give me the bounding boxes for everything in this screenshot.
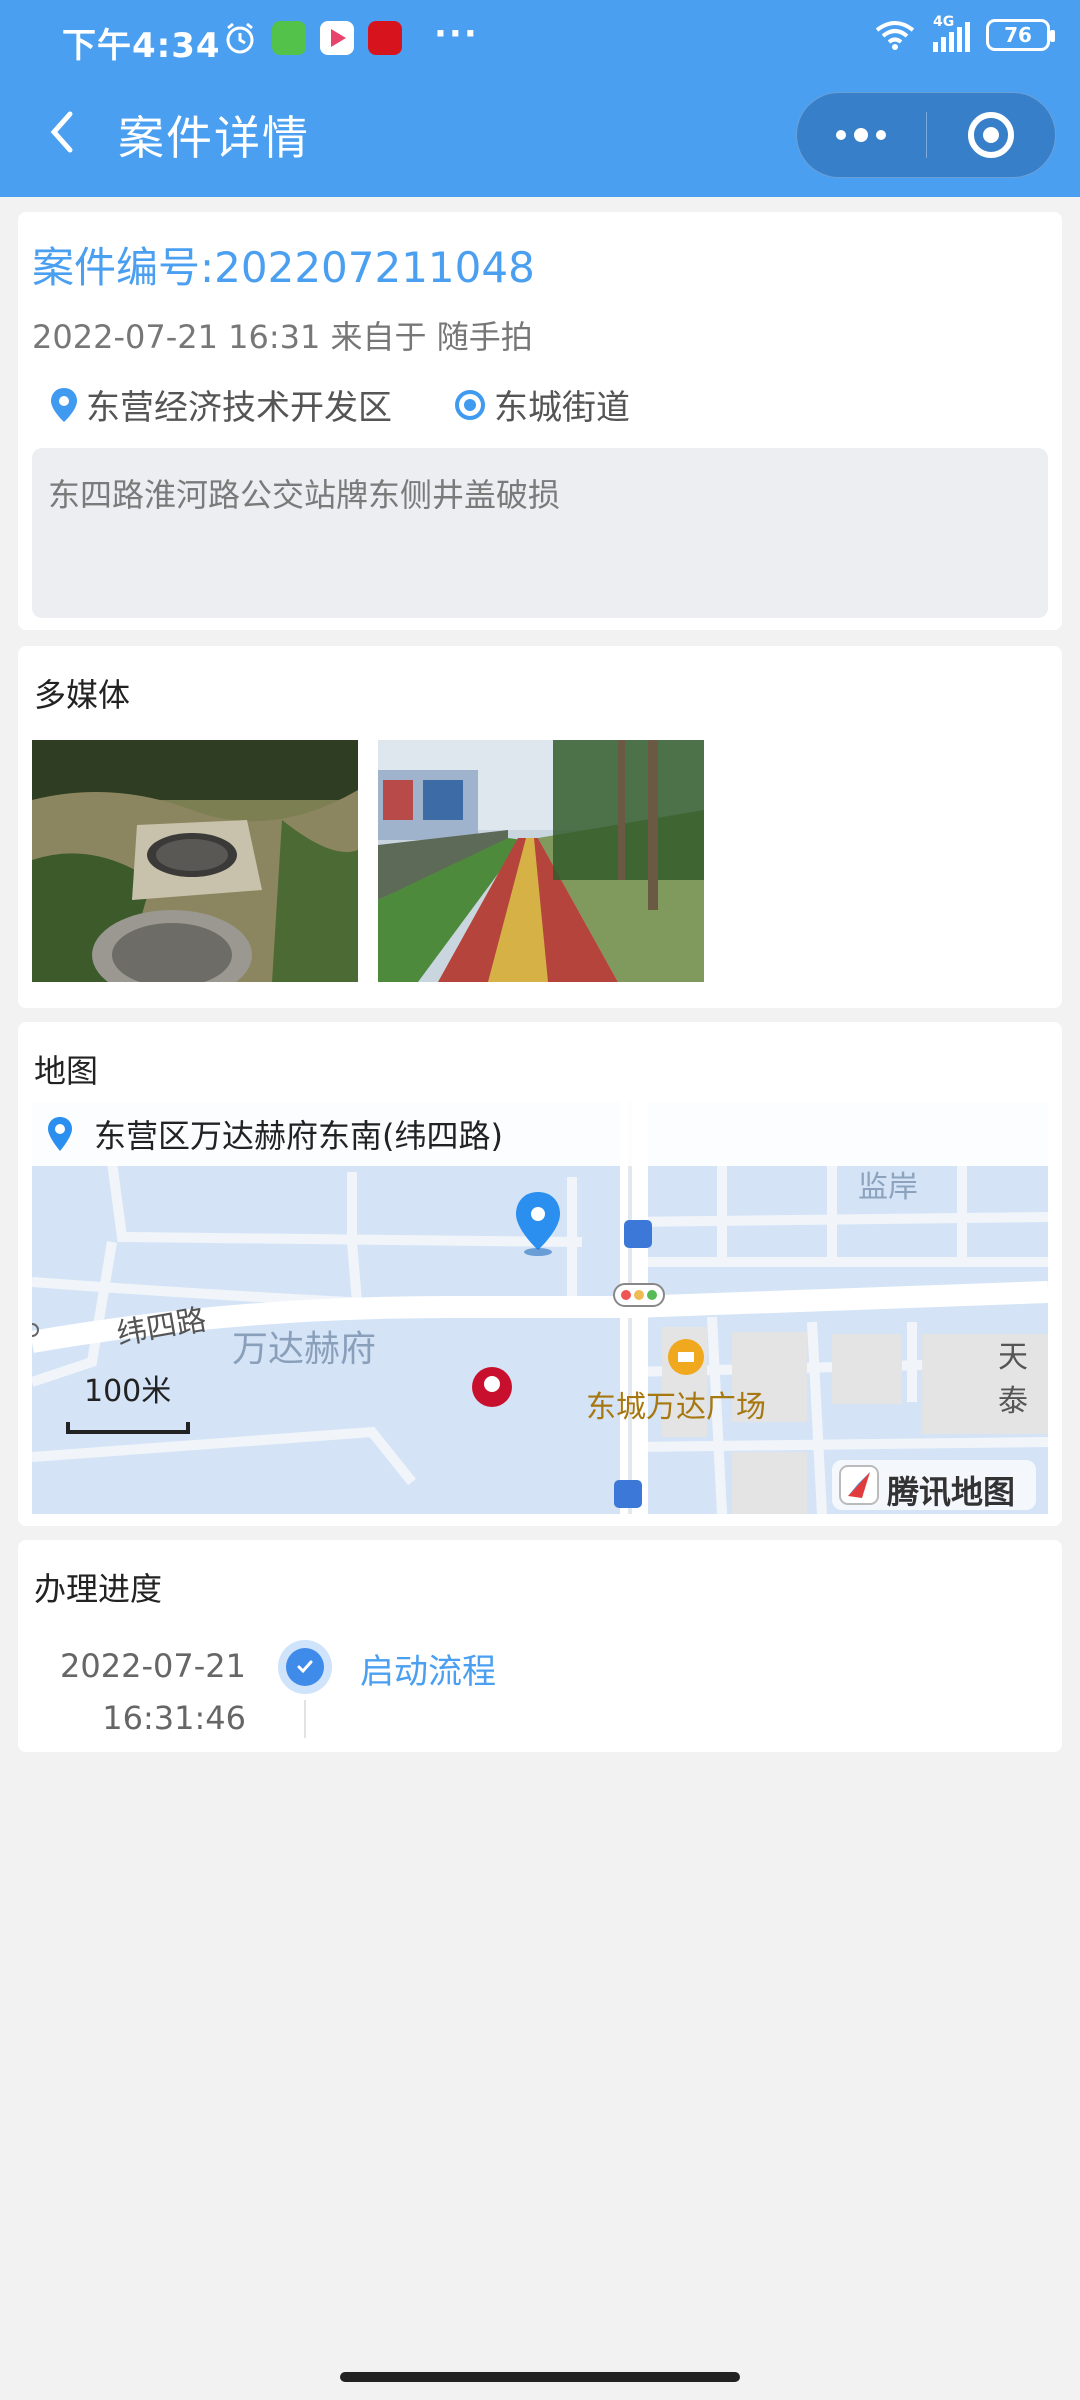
progress-step-marker xyxy=(278,1640,332,1694)
progress-timestamp: 2022-07-21 16:31:46 xyxy=(60,1640,246,1744)
check-icon xyxy=(297,1660,313,1674)
progress-date: 2022-07-21 xyxy=(60,1647,246,1685)
timeline-line xyxy=(304,1700,306,1738)
case-info-card: 案件编号:202207211048 2022-07-21 16:31 来自于 随… xyxy=(18,212,1062,630)
street-item: 东城街道 xyxy=(452,380,630,429)
map-scale-label: 100米 xyxy=(84,1374,172,1409)
notification-icons xyxy=(222,20,402,56)
app-header: 下午4:34 ··· 4G 76 案件详情 xyxy=(0,0,1080,197)
map-label-wanda-hefu: 万达赫府 xyxy=(232,1329,377,1370)
media-photo-sidewalk[interactable] xyxy=(378,740,704,982)
map-view[interactable]: 监岸 纬四路 万达赫府 东城万达广场 天泰 100米 腾讯地图 东营区万达赫府东… xyxy=(32,1102,1048,1514)
progress-step-label: 启动流程 xyxy=(360,1652,496,1692)
target-icon xyxy=(967,112,1014,158)
chevron-left-icon xyxy=(50,111,73,153)
wifi-icon xyxy=(875,21,915,50)
progress-card: 办理进度 2022-07-21 16:31:46 启动流程 xyxy=(18,1540,1062,1752)
status-bar: 下午4:34 ··· 4G 76 xyxy=(0,0,1080,76)
nav-bar: 案件详情 xyxy=(0,84,1080,188)
alarm-icon xyxy=(226,22,254,54)
back-button[interactable] xyxy=(34,102,94,162)
close-mini-program-button[interactable] xyxy=(926,93,1055,177)
more-menu-button[interactable] xyxy=(797,93,926,177)
media-photo-manhole[interactable] xyxy=(32,740,358,982)
street-label: 东城街道 xyxy=(494,388,630,428)
mini-program-capsule xyxy=(796,92,1056,178)
chat-app-icon xyxy=(272,21,306,55)
map-label-plaza: 东城万达广场 xyxy=(586,1390,766,1425)
status-right: 4G 76 xyxy=(873,14,1055,52)
map-pin-icon xyxy=(48,1117,72,1151)
status-time: 下午4:34 xyxy=(62,26,221,66)
map-card: 地图 监岸 纬四路 万达赫府 东城万达广场 天泰 100米 腾讯地图 东营区万达… xyxy=(18,1022,1062,1526)
progress-time: 16:31:46 xyxy=(102,1699,246,1737)
more-notifications-icon: ··· xyxy=(434,14,479,54)
location-row: 东营经济技术开发区 东城街道 xyxy=(48,380,690,429)
media-card: 多媒体 xyxy=(18,646,1062,1008)
case-description: 东四路淮河路公交站牌东侧井盖破损 xyxy=(32,448,1048,618)
map-brand: 腾讯地图 xyxy=(887,1473,1016,1511)
map-label-jianan: 监岸 xyxy=(858,1170,918,1205)
media-section-title: 多媒体 xyxy=(34,676,131,714)
case-meta: 2022-07-21 16:31 来自于 随手拍 xyxy=(32,318,533,356)
map-address: 东营区万达赫府东南(纬四路) xyxy=(94,1117,503,1155)
play-store-icon xyxy=(320,21,354,55)
network-type: 4G xyxy=(933,14,955,30)
case-number: 案件编号:202207211048 xyxy=(32,243,535,292)
map-address-bar: 东营区万达赫府东南(纬四路) xyxy=(32,1102,1048,1166)
district-label: 东营经济技术开发区 xyxy=(86,388,392,428)
map-section-title: 地图 xyxy=(34,1052,99,1090)
map-pin-icon xyxy=(51,387,77,422)
progress-section-title: 办理进度 xyxy=(34,1570,163,1608)
page-title: 案件详情 xyxy=(118,111,310,165)
locate-icon xyxy=(455,389,485,420)
district-item: 东营经济技术开发区 xyxy=(48,380,392,429)
study-app-icon xyxy=(368,21,402,55)
signal-icon: 4G xyxy=(933,14,970,52)
map-label-tian: 天泰 xyxy=(998,1340,1028,1419)
home-indicator[interactable] xyxy=(340,2372,740,2382)
battery-icon: 76 xyxy=(986,19,1055,51)
